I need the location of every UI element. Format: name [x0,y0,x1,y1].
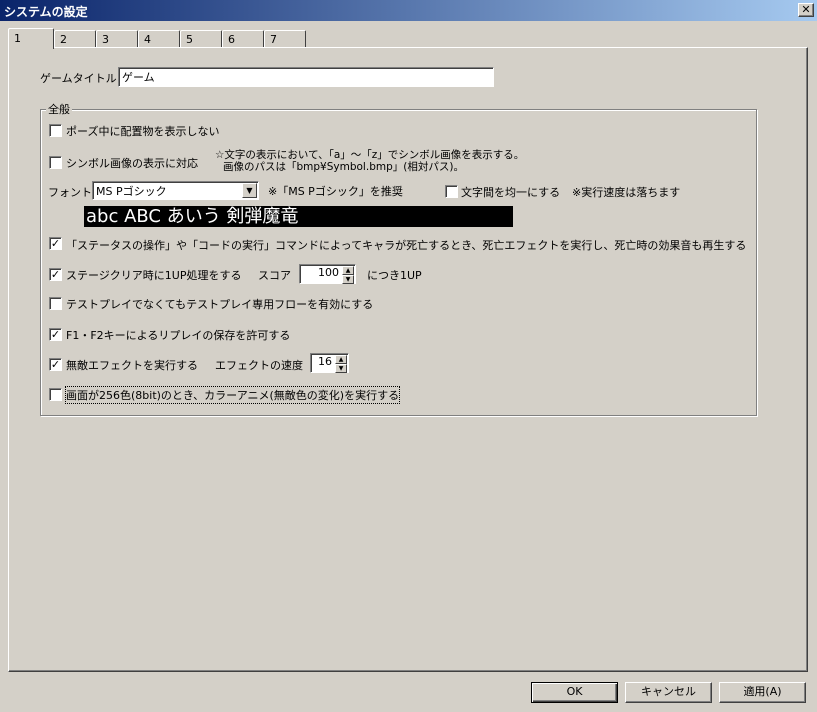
font-select[interactable]: MS Pゴシック ▼ [92,181,259,200]
spin-up-icon[interactable]: ▲ [342,266,354,275]
tab-5[interactable]: 5 [180,30,222,48]
tab-2[interactable]: 2 [54,30,96,48]
color-anime-label: 画面が256色(8bit)のとき、カラーアニメ(無敵色の変化)を実行する [64,386,401,404]
tab-1[interactable]: 1 [8,28,54,49]
pause-hide-checkbox[interactable] [49,124,62,137]
stage-clear-checkbox[interactable]: ✓ [49,268,62,281]
tab-3[interactable]: 3 [96,30,138,48]
tab-strip: 1 2 3 4 5 6 7 [8,28,808,49]
game-title-input[interactable]: ゲーム [118,67,494,87]
font-preview: abc ABC あいう 剣弾魔竜 [84,206,513,227]
testplay-flow-checkbox[interactable] [49,297,62,310]
ok-button[interactable]: OK [531,682,618,703]
spin-down-icon[interactable]: ▼ [342,275,354,284]
tab-7[interactable]: 7 [264,30,306,48]
general-group-title: 全般 [46,101,72,117]
invincible-effect-label: 無敵エフェクトを実行する [66,359,198,372]
replay-save-checkbox[interactable]: ✓ [49,328,62,341]
symbol-support-label: シンボル画像の表示に対応 [66,157,198,170]
death-effect-label: 「ステータスの操作」や「コードの実行」コマンドによってキャラが死亡するとき、死亡… [66,239,747,252]
death-effect-checkbox[interactable]: ✓ [49,237,62,250]
font-label: フォント [48,186,92,199]
effect-speed-label: エフェクトの速度 [215,359,303,372]
equal-spacing-checkbox[interactable] [445,185,458,198]
game-title-label: ゲームタイトル [40,72,117,85]
symbol-note-line2: 画像のパスは「bmp¥Symbol.bmp」(相対パス)。 [223,161,464,173]
score-label: スコア [258,269,291,282]
color-anime-checkbox[interactable] [49,388,62,401]
apply-button[interactable]: 適用(A) [719,682,806,703]
chevron-down-icon[interactable]: ▼ [242,183,257,198]
stage-clear-label: ステージクリア時に1UP処理をする [66,269,242,282]
score-suffix: につき1UP [367,269,422,282]
speed-note: ※実行速度は落ちます [572,186,681,199]
testplay-flow-label: テストプレイでなくてもテストプレイ専用フローを有効にする [66,298,374,311]
font-select-value: MS Pゴシック [96,185,167,198]
tab-4[interactable]: 4 [138,30,180,48]
cancel-button[interactable]: キャンセル [625,682,712,703]
pause-hide-label: ポーズ中に配置物を表示しない [66,125,220,138]
replay-save-label: F1・F2キーによるリプレイの保存を許可する [66,329,291,342]
close-button[interactable]: ✕ [798,3,814,17]
score-spinner[interactable]: ▲ ▼ [342,266,354,284]
title-bar: システムの設定 ✕ [0,0,817,21]
invincible-effect-checkbox[interactable]: ✓ [49,358,62,371]
spin-up-icon[interactable]: ▲ [335,355,347,364]
tab-6[interactable]: 6 [222,30,264,48]
window-title: システムの設定 [4,5,88,19]
spin-down-icon[interactable]: ▼ [335,364,347,373]
symbol-support-checkbox[interactable] [49,156,62,169]
effect-speed-spinner[interactable]: ▲ ▼ [335,355,347,373]
equal-spacing-label: 文字間を均一にする [461,186,561,199]
font-hint: ※「MS Pゴシック」を推奨 [268,185,403,198]
